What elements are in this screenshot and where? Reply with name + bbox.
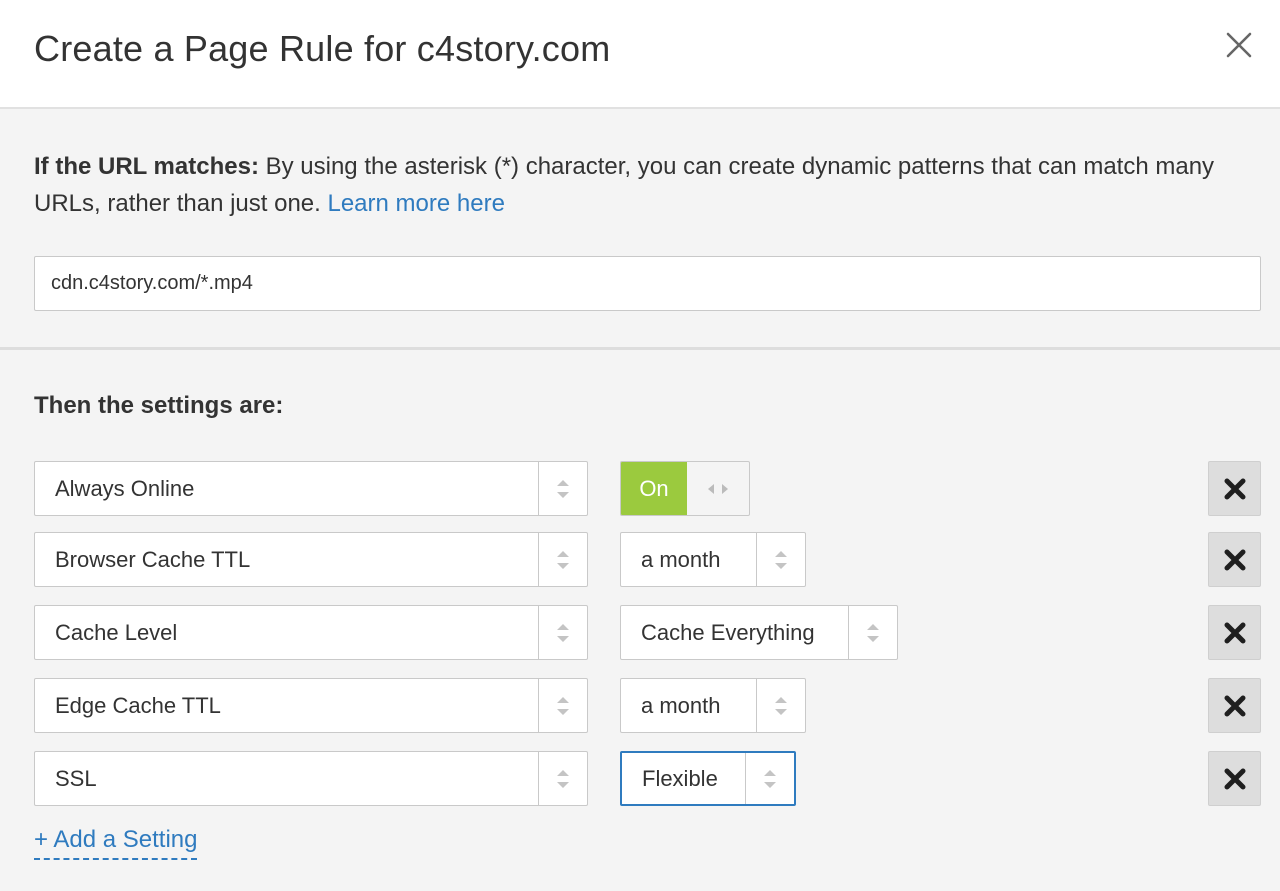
- close-button[interactable]: [1224, 28, 1254, 62]
- learn-more-link[interactable]: Learn more here: [327, 190, 504, 217]
- sort-arrows-icon: [538, 533, 587, 586]
- remove-x-icon: [1224, 478, 1245, 499]
- modal-header: Create a Page Rule for c4story.com: [0, 0, 1280, 109]
- remove-setting-button[interactable]: [1208, 605, 1261, 660]
- value-select[interactable]: Flexible: [620, 751, 796, 806]
- value-select-label: Cache Everything: [641, 619, 815, 645]
- url-pattern-input[interactable]: [34, 256, 1261, 311]
- modal-title: Create a Page Rule for c4story.com: [34, 28, 611, 69]
- value-select-label: a month: [641, 546, 721, 572]
- value-select-label: a month: [641, 692, 721, 718]
- setting-row: SSL Flexible: [0, 751, 1280, 807]
- url-match-section: [0, 109, 1280, 350]
- setting-select[interactable]: Browser Cache TTL: [34, 532, 588, 587]
- sort-arrows-icon: [756, 679, 805, 732]
- setting-row: Always Online On: [0, 461, 1280, 517]
- url-match-description: If the URL matches: By using the asteris…: [34, 148, 1244, 222]
- settings-title: Then the settings are:: [34, 392, 284, 419]
- sort-arrows-icon: [538, 752, 587, 805]
- remove-setting-button[interactable]: [1208, 461, 1261, 516]
- url-match-label: If the URL matches:: [34, 153, 259, 180]
- remove-setting-button[interactable]: [1208, 532, 1261, 587]
- setting-select-label: Edge Cache TTL: [55, 692, 221, 718]
- sort-arrows-icon: [538, 606, 587, 659]
- setting-select-label: Browser Cache TTL: [55, 546, 251, 572]
- remove-x-icon: [1224, 695, 1245, 716]
- sort-arrows-icon: [538, 679, 587, 732]
- setting-select[interactable]: Always Online: [34, 461, 588, 516]
- sort-arrows-icon: [756, 533, 805, 586]
- setting-select[interactable]: Edge Cache TTL: [34, 678, 588, 733]
- remove-x-icon: [1224, 549, 1245, 570]
- always-online-toggle[interactable]: On: [620, 461, 750, 516]
- remove-setting-button[interactable]: [1208, 678, 1261, 733]
- setting-select-label: Cache Level: [55, 619, 178, 645]
- value-select[interactable]: Cache Everything: [620, 605, 898, 660]
- setting-select[interactable]: Cache Level: [34, 605, 588, 660]
- setting-select-label: Always Online: [55, 475, 195, 501]
- setting-row: Edge Cache TTL a month: [0, 678, 1280, 734]
- drag-handle-icon: [687, 462, 749, 515]
- setting-select[interactable]: SSL: [34, 751, 588, 806]
- setting-select-label: SSL: [55, 765, 97, 791]
- page-rule-modal: Create a Page Rule for c4story.com If th…: [0, 0, 1280, 891]
- sort-arrows-icon: [745, 753, 794, 804]
- value-select[interactable]: a month: [620, 678, 806, 733]
- add-setting-link[interactable]: + Add a Setting: [34, 826, 198, 860]
- remove-x-icon: [1224, 622, 1245, 643]
- value-select[interactable]: a month: [620, 532, 806, 587]
- remove-setting-button[interactable]: [1208, 751, 1261, 806]
- setting-row: Cache Level Cache Everything: [0, 605, 1280, 661]
- setting-row: Browser Cache TTL a month: [0, 532, 1280, 588]
- sort-arrows-icon: [848, 606, 897, 659]
- remove-x-icon: [1224, 768, 1245, 789]
- close-icon: [1226, 32, 1252, 58]
- sort-arrows-icon: [538, 462, 587, 515]
- value-select-label: Flexible: [642, 765, 718, 791]
- toggle-on-label: On: [621, 462, 687, 515]
